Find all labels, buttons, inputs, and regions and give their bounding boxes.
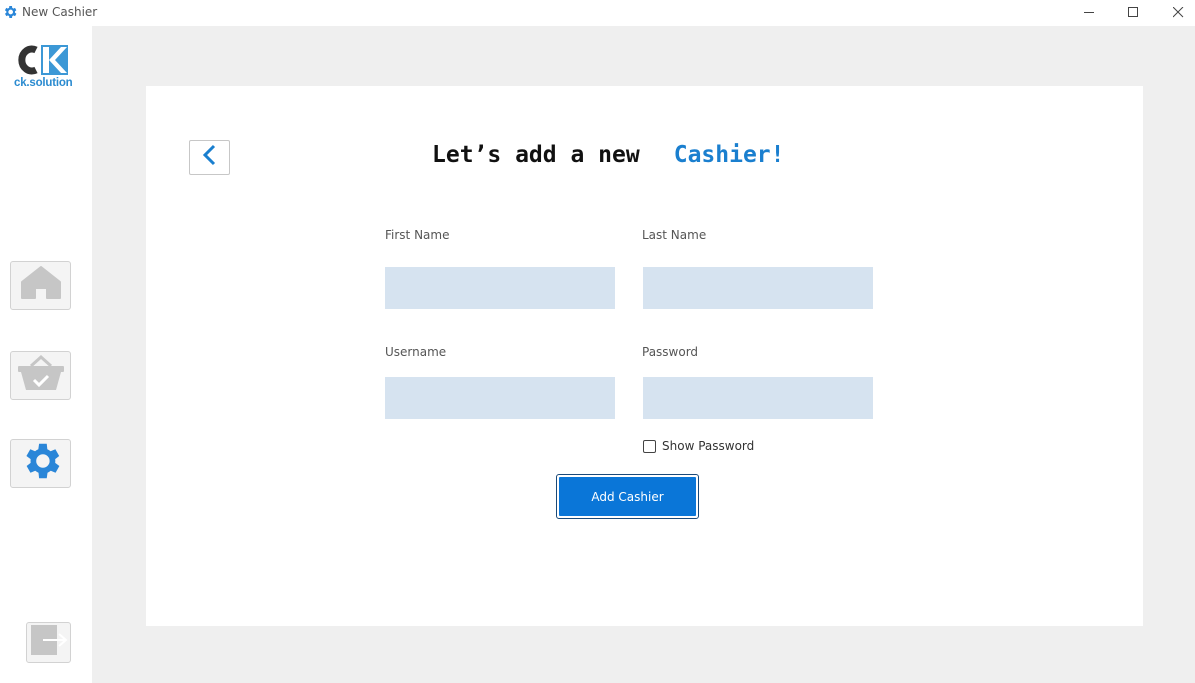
logo-mark bbox=[14, 45, 68, 75]
title-bar: New Cashier bbox=[0, 0, 1195, 26]
sidebar-item-settings[interactable] bbox=[10, 439, 71, 488]
gear-icon bbox=[2, 4, 18, 20]
add-cashier-label: Add Cashier bbox=[559, 477, 696, 516]
chevron-left-icon bbox=[200, 144, 220, 171]
page-title-accent: Cashier! bbox=[673, 142, 785, 168]
sidebar: ck.solution bbox=[0, 26, 92, 683]
maximize-button[interactable] bbox=[1110, 0, 1156, 24]
password-label: Password bbox=[642, 345, 699, 359]
last-name-field[interactable] bbox=[643, 267, 873, 309]
close-button[interactable] bbox=[1155, 0, 1195, 24]
password-field[interactable] bbox=[643, 377, 873, 419]
back-button[interactable] bbox=[189, 140, 230, 175]
logout-button[interactable] bbox=[26, 622, 71, 663]
last-name-label: Last Name bbox=[642, 228, 707, 242]
basket-check-icon bbox=[15, 352, 67, 399]
window-title: New Cashier bbox=[22, 5, 98, 19]
first-name-label: First Name bbox=[385, 228, 450, 242]
close-icon bbox=[1172, 6, 1184, 18]
page-title: Let’s add a new Cashier! bbox=[432, 142, 785, 168]
minimize-icon bbox=[1083, 7, 1095, 18]
logo-text: ck.solution bbox=[14, 77, 73, 89]
main-area: Let’s add a new Cashier! First Name Last … bbox=[92, 26, 1195, 683]
username-label: Username bbox=[385, 345, 447, 359]
sidebar-item-basket[interactable] bbox=[10, 351, 71, 400]
minimize-button[interactable] bbox=[1066, 0, 1112, 24]
logout-icon bbox=[29, 622, 69, 663]
show-password-checkbox[interactable] bbox=[643, 439, 656, 453]
form-card: Let’s add a new Cashier! First Name Last … bbox=[146, 86, 1143, 626]
home-icon bbox=[19, 264, 63, 307]
first-name-field[interactable] bbox=[385, 267, 615, 309]
sidebar-item-home[interactable] bbox=[10, 261, 71, 310]
gear-icon bbox=[14, 438, 68, 489]
username-field[interactable] bbox=[385, 377, 615, 419]
show-password-label: Show Password bbox=[662, 439, 755, 453]
page-title-main: Let’s add a new bbox=[432, 142, 640, 168]
maximize-icon bbox=[1127, 6, 1139, 18]
add-cashier-button[interactable]: Add Cashier bbox=[556, 474, 699, 519]
logo: ck.solution bbox=[14, 45, 73, 91]
show-password-toggle[interactable]: Show Password bbox=[643, 439, 754, 453]
